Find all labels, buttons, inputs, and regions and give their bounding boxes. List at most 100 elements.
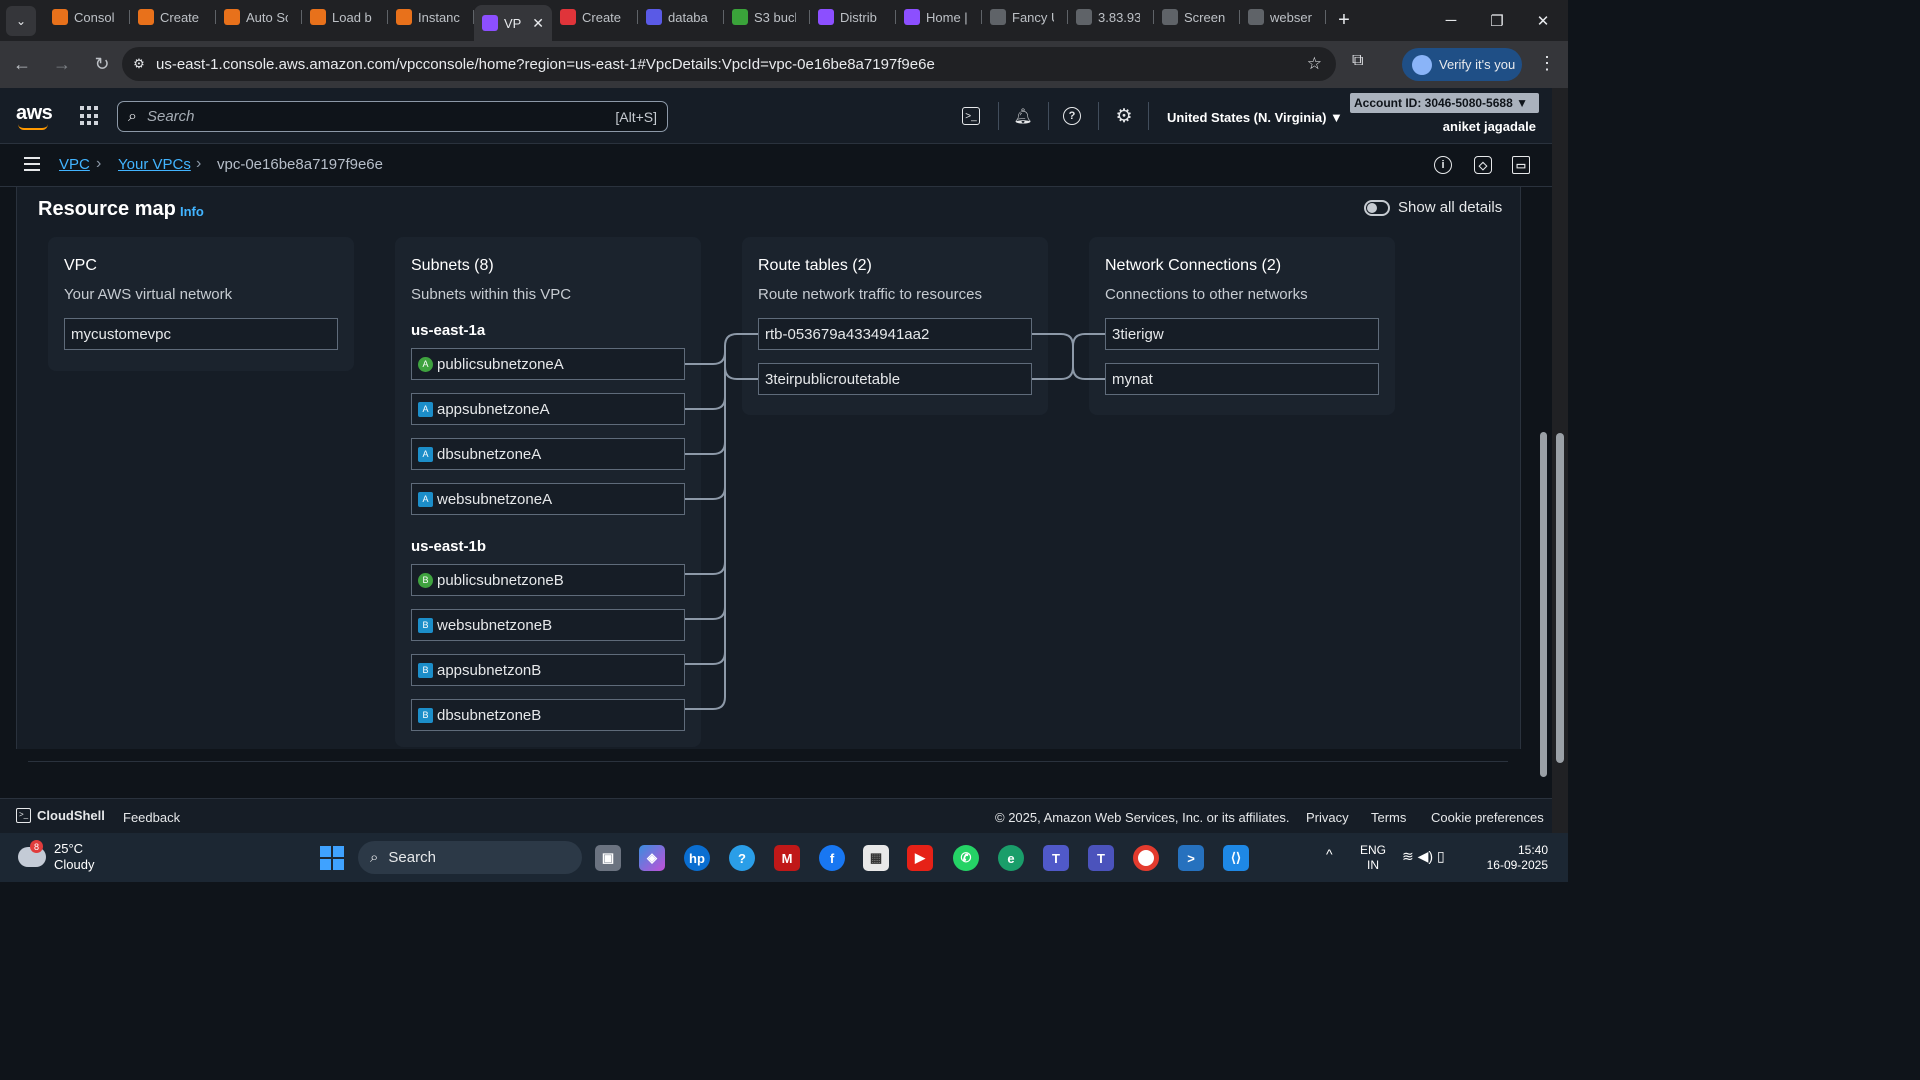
browser-tab[interactable]: S3 buck: [724, 0, 810, 34]
privacy-link[interactable]: Privacy: [1306, 810, 1349, 825]
notifications-bell-icon[interactable]: 🔔︎: [1012, 105, 1034, 127]
cloudshell-icon[interactable]: >_: [962, 107, 980, 125]
start-windows-icon[interactable]: [320, 846, 344, 870]
whatsapp-icon[interactable]: ✆: [953, 845, 979, 871]
subnet-node[interactable]: BpublicsubnetzoneB: [411, 564, 685, 596]
browser-tab[interactable]: Screen: [1154, 0, 1240, 34]
hp-support-icon[interactable]: ?: [729, 845, 755, 871]
page-scrollbar-thumb[interactable]: [1540, 432, 1547, 777]
copilot-icon[interactable]: ◈: [639, 845, 665, 871]
help-icon[interactable]: ?: [1063, 107, 1081, 125]
reload-icon[interactable]: ↻: [84, 47, 120, 83]
browser-tab[interactable]: Load b: [302, 0, 388, 34]
subnet-node[interactable]: BdbsubnetzoneB: [411, 699, 685, 731]
restore-icon[interactable]: ❐: [1474, 0, 1520, 41]
chrome-icon[interactable]: [1133, 845, 1159, 871]
breadcrumb-your-vpcs[interactable]: Your VPCs: [118, 156, 191, 173]
site-info-icon[interactable]: ⚙: [122, 56, 156, 72]
browser-tab[interactable]: Distrib: [810, 0, 896, 34]
taskbar-search[interactable]: ⌕ Search: [358, 841, 582, 874]
wifi-volume-battery-icon[interactable]: ≋ ◀) ▯: [1402, 849, 1445, 864]
teams-icon[interactable]: T: [1043, 845, 1069, 871]
verify-profile-button[interactable]: Verify it's you: [1402, 48, 1522, 81]
task-view-icon[interactable]: ▣: [595, 845, 621, 871]
user-menu[interactable]: aniket jagadale: [1443, 119, 1536, 134]
language-indicator[interactable]: ENG IN: [1360, 843, 1386, 873]
hp-icon[interactable]: hp: [684, 845, 710, 871]
browser-tab[interactable]: 3.83.93: [1068, 0, 1154, 34]
aws-search-input[interactable]: ⌕ Search [Alt+S]: [117, 101, 668, 132]
chevron-right-icon: ›: [96, 155, 102, 172]
browser-tab[interactable]: Consol: [44, 0, 130, 34]
settings-gear-icon[interactable]: ⚙: [1113, 105, 1135, 127]
info-link[interactable]: Info: [180, 204, 204, 219]
browser-tab[interactable]: Fancy U: [982, 0, 1068, 34]
cookie-preferences-link[interactable]: Cookie preferences: [1431, 810, 1544, 825]
subnet-node[interactable]: ApublicsubnetzoneA: [411, 348, 685, 380]
subnet-node[interactable]: AwebsubnetzoneA: [411, 483, 685, 515]
close-window-icon[interactable]: ✕: [1520, 0, 1566, 41]
microsoft-store-icon[interactable]: ▦: [863, 845, 889, 871]
new-tab-plus-icon[interactable]: +: [1330, 9, 1358, 32]
browser-tab[interactable]: databa: [638, 0, 724, 34]
forward-arrow-icon[interactable]: →: [44, 47, 80, 83]
browser-tab[interactable]: webser: [1240, 0, 1326, 34]
browser-tab[interactable]: Instanc: [388, 0, 474, 34]
browser-tab[interactable]: Auto Sc: [216, 0, 302, 34]
browser-tab[interactable]: VP ✕: [474, 5, 552, 41]
feedback-link[interactable]: Feedback: [123, 810, 180, 825]
browser-tab-label: Load b: [332, 9, 372, 25]
youtube-icon[interactable]: ▶: [907, 845, 933, 871]
page-scrollbar[interactable]: [1537, 187, 1550, 798]
network-connection-node[interactable]: mynat: [1105, 363, 1379, 395]
breadcrumb-vpc[interactable]: VPC: [59, 156, 90, 173]
extensions-icon[interactable]: ⧉: [1352, 52, 1363, 70]
teams-work-icon[interactable]: T: [1088, 845, 1114, 871]
display-icon[interactable]: ▭: [1512, 156, 1530, 174]
close-tab-icon[interactable]: ✕: [532, 15, 544, 32]
info-panel-icon[interactable]: i: [1434, 156, 1452, 174]
bookmark-star-icon[interactable]: ☆: [1307, 54, 1322, 74]
window-scrollbar[interactable]: [1552, 88, 1568, 833]
clock[interactable]: 15:40 16-09-2025: [1484, 843, 1548, 873]
notifications-settings-icon[interactable]: ◇: [1474, 156, 1492, 174]
mcafee-icon[interactable]: M: [774, 845, 800, 871]
subnet-node[interactable]: BappsubnetzonB: [411, 654, 685, 686]
side-nav-menu-icon[interactable]: [24, 157, 40, 171]
url-text[interactable]: us-east-1.console.aws.amazon.com/vpccons…: [156, 56, 935, 73]
subnet-node[interactable]: BwebsubnetzoneB: [411, 609, 685, 641]
show-all-details-toggle[interactable]: [1364, 200, 1390, 216]
tab-search-chevron-icon[interactable]: ⌄: [6, 5, 36, 36]
subnet-node[interactable]: AappsubnetzoneA: [411, 393, 685, 425]
browser-menu-icon[interactable]: ⋮: [1538, 53, 1556, 74]
browser-tab[interactable]: Create: [130, 0, 216, 34]
url-bar[interactable]: ⚙ us-east-1.console.aws.amazon.com/vpcco…: [122, 47, 1336, 81]
facebook-icon[interactable]: f: [819, 845, 845, 871]
powershell-icon[interactable]: >: [1178, 845, 1204, 871]
minimize-icon[interactable]: ─: [1428, 0, 1474, 41]
network-connection-node[interactable]: 3tierigw: [1105, 318, 1379, 350]
aws-logo[interactable]: aws: [16, 102, 53, 130]
vscode-icon[interactable]: ⟨⟩: [1223, 845, 1249, 871]
route-table-node[interactable]: 3teirpublicroutetable: [758, 363, 1032, 395]
subnet-node[interactable]: AdbsubnetzoneA: [411, 438, 685, 470]
date: 16-09-2025: [1486, 858, 1548, 872]
main-content: Resource map Info Show all details VPC Y…: [0, 187, 1552, 798]
weather-widget[interactable]: 8 25°C Cloudy: [18, 840, 94, 873]
browser-tab[interactable]: Home |: [896, 0, 982, 34]
terms-link[interactable]: Terms: [1371, 810, 1406, 825]
region-selector[interactable]: United States (N. Virginia) ▼: [1167, 110, 1343, 125]
route-table-node[interactable]: rtb-053679a4334941aa2: [758, 318, 1032, 350]
vpc-node[interactable]: mycustomevpc: [64, 318, 338, 350]
back-arrow-icon[interactable]: ←: [4, 47, 40, 83]
subnet-node-label: appsubnetzonB: [437, 661, 542, 679]
browser-tab[interactable]: Create: [552, 0, 638, 34]
edge-icon[interactable]: e: [998, 845, 1024, 871]
cloudshell-button[interactable]: >_ CloudShell: [16, 808, 105, 823]
browser-tab-label: Auto Sc: [246, 9, 288, 25]
tray-chevron-icon[interactable]: ^: [1326, 847, 1333, 862]
services-grid-icon[interactable]: [80, 106, 100, 126]
window-scrollbar-thumb[interactable]: [1556, 433, 1564, 763]
account-id-badge[interactable]: Account ID: 3046-5080-5688 ▼: [1350, 93, 1539, 113]
show-all-details-label[interactable]: Show all details: [1398, 199, 1502, 216]
